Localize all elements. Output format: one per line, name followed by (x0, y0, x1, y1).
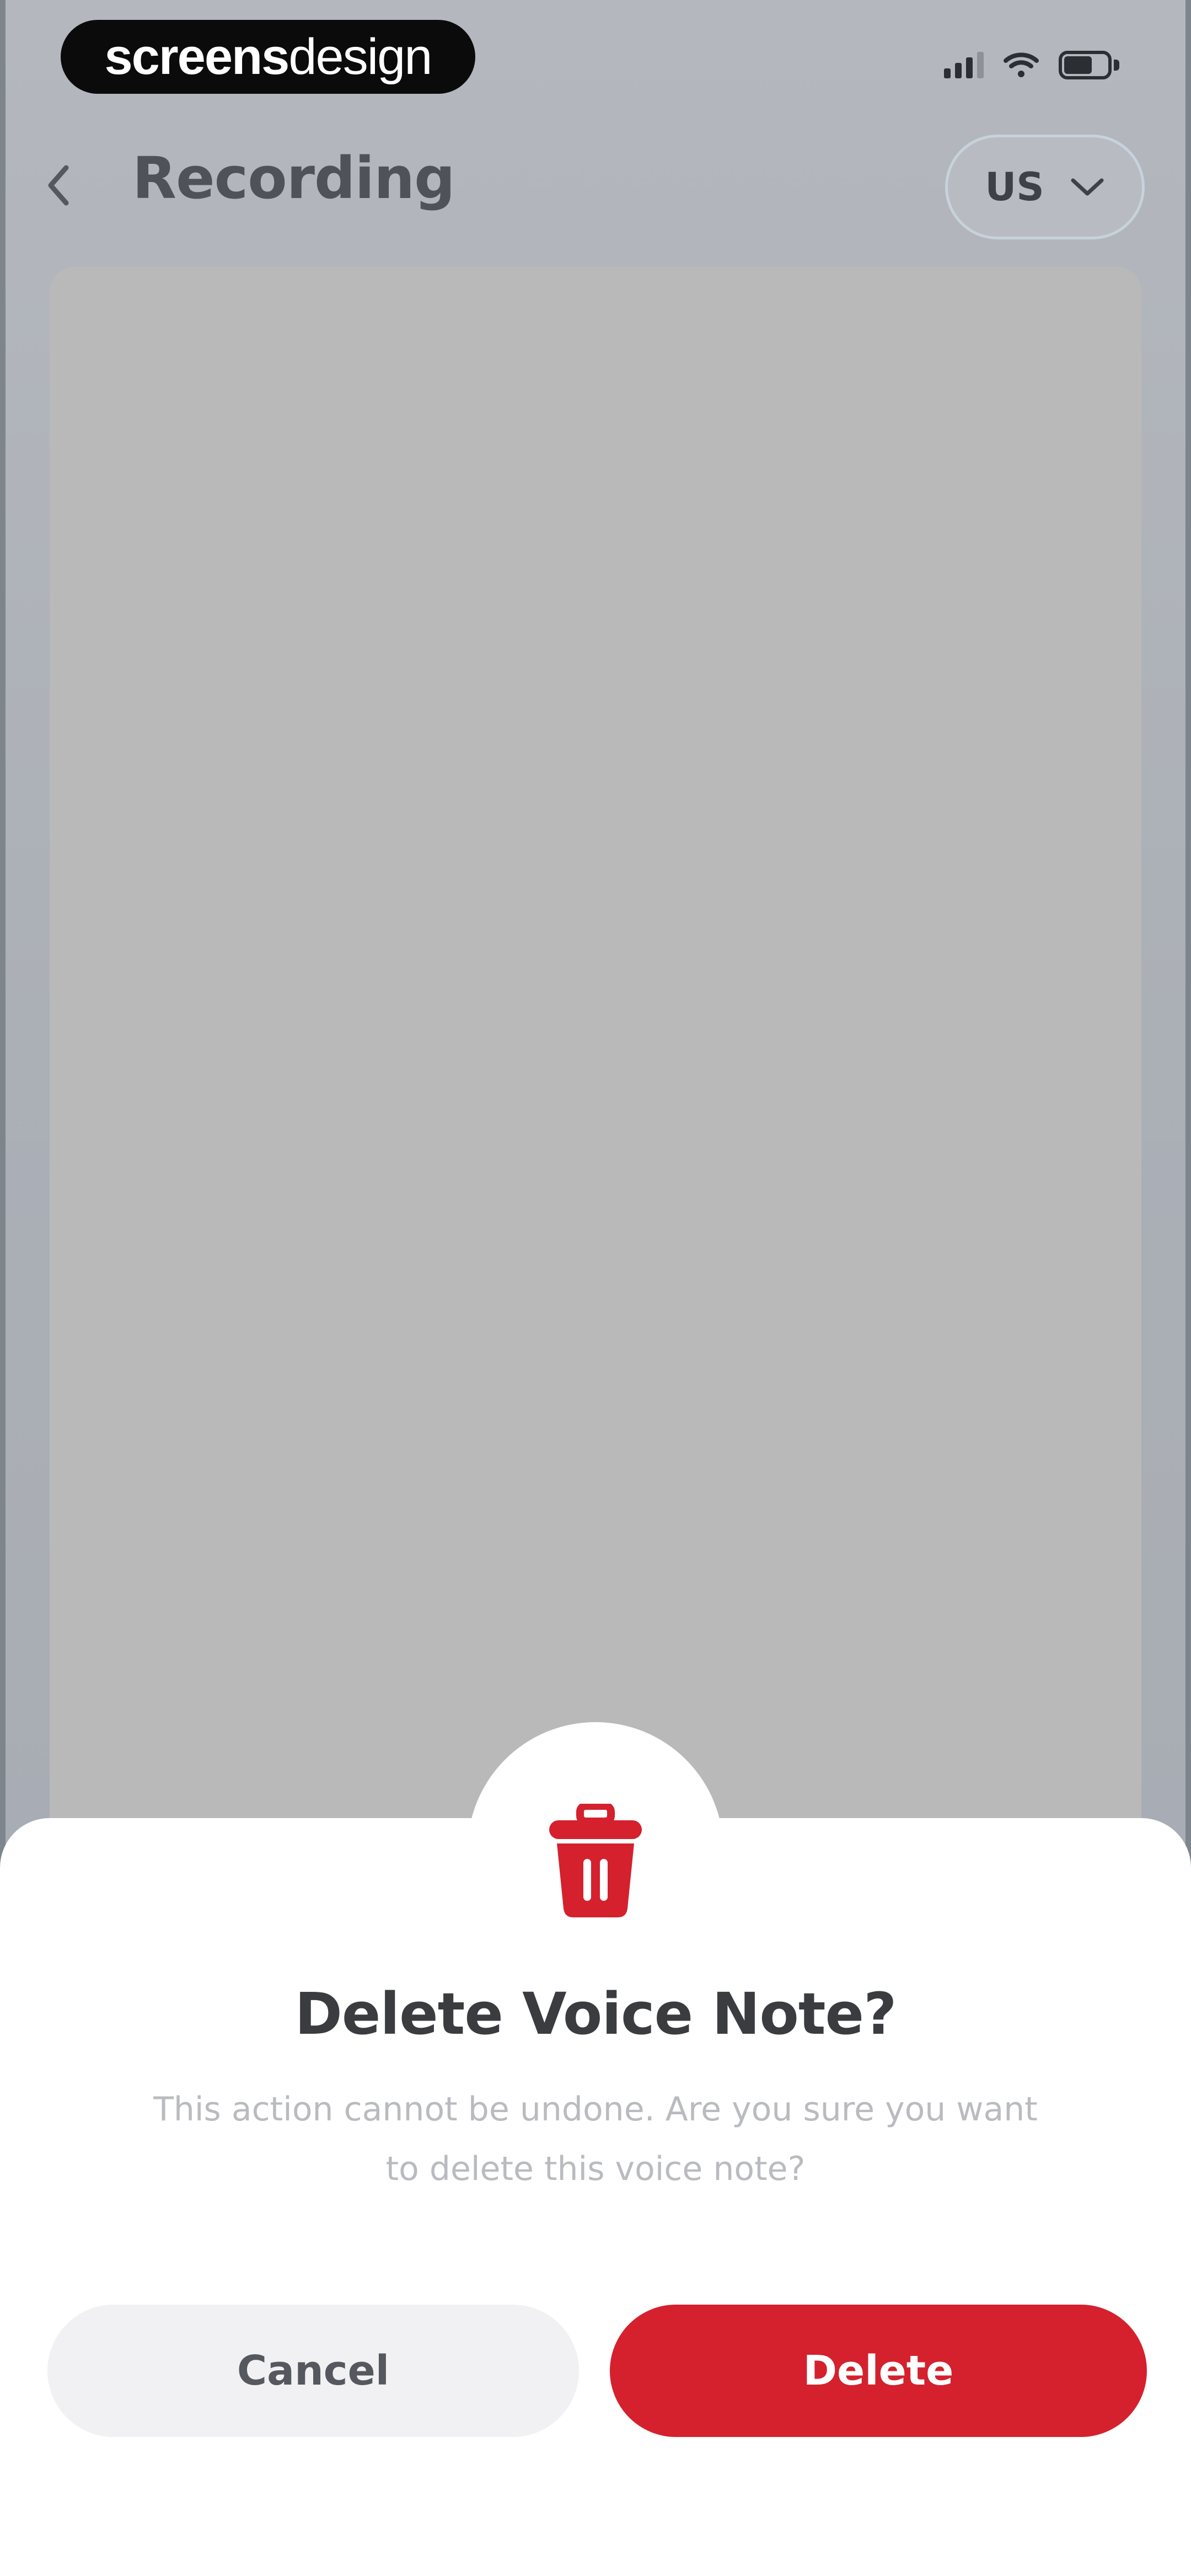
brand-watermark-pill: screensdesign (61, 20, 475, 94)
signal-icon (944, 52, 984, 78)
cancel-button[interactable]: Cancel (47, 2305, 579, 2437)
chevron-down-icon (1071, 178, 1104, 196)
dialog-message-line-2: to delete this voice note? (385, 2150, 806, 2188)
app-screen: screensdesign Recording US Delete Voice … (0, 0, 1191, 2576)
delete-button[interactable]: Delete (610, 2305, 1147, 2437)
language-value: US (985, 164, 1044, 210)
wifi-icon (1004, 52, 1039, 77)
page-title: Recording (132, 145, 455, 212)
trash-icon (545, 1802, 646, 1920)
back-button[interactable] (39, 158, 77, 213)
status-icons (944, 51, 1119, 79)
language-select[interactable]: US (945, 135, 1145, 239)
transcript-text (154, 1081, 1037, 1153)
battery-icon (1059, 51, 1119, 79)
dialog-message-line-1: This action cannot be undone. Are you su… (153, 2090, 1038, 2129)
dialog-title: Delete Voice Note? (294, 1980, 897, 2048)
back-chevron-icon (48, 165, 69, 206)
brand-logo-text: screensdesign (104, 28, 433, 85)
dialog-message: This action cannot be undone. Are you su… (121, 2080, 1070, 2199)
